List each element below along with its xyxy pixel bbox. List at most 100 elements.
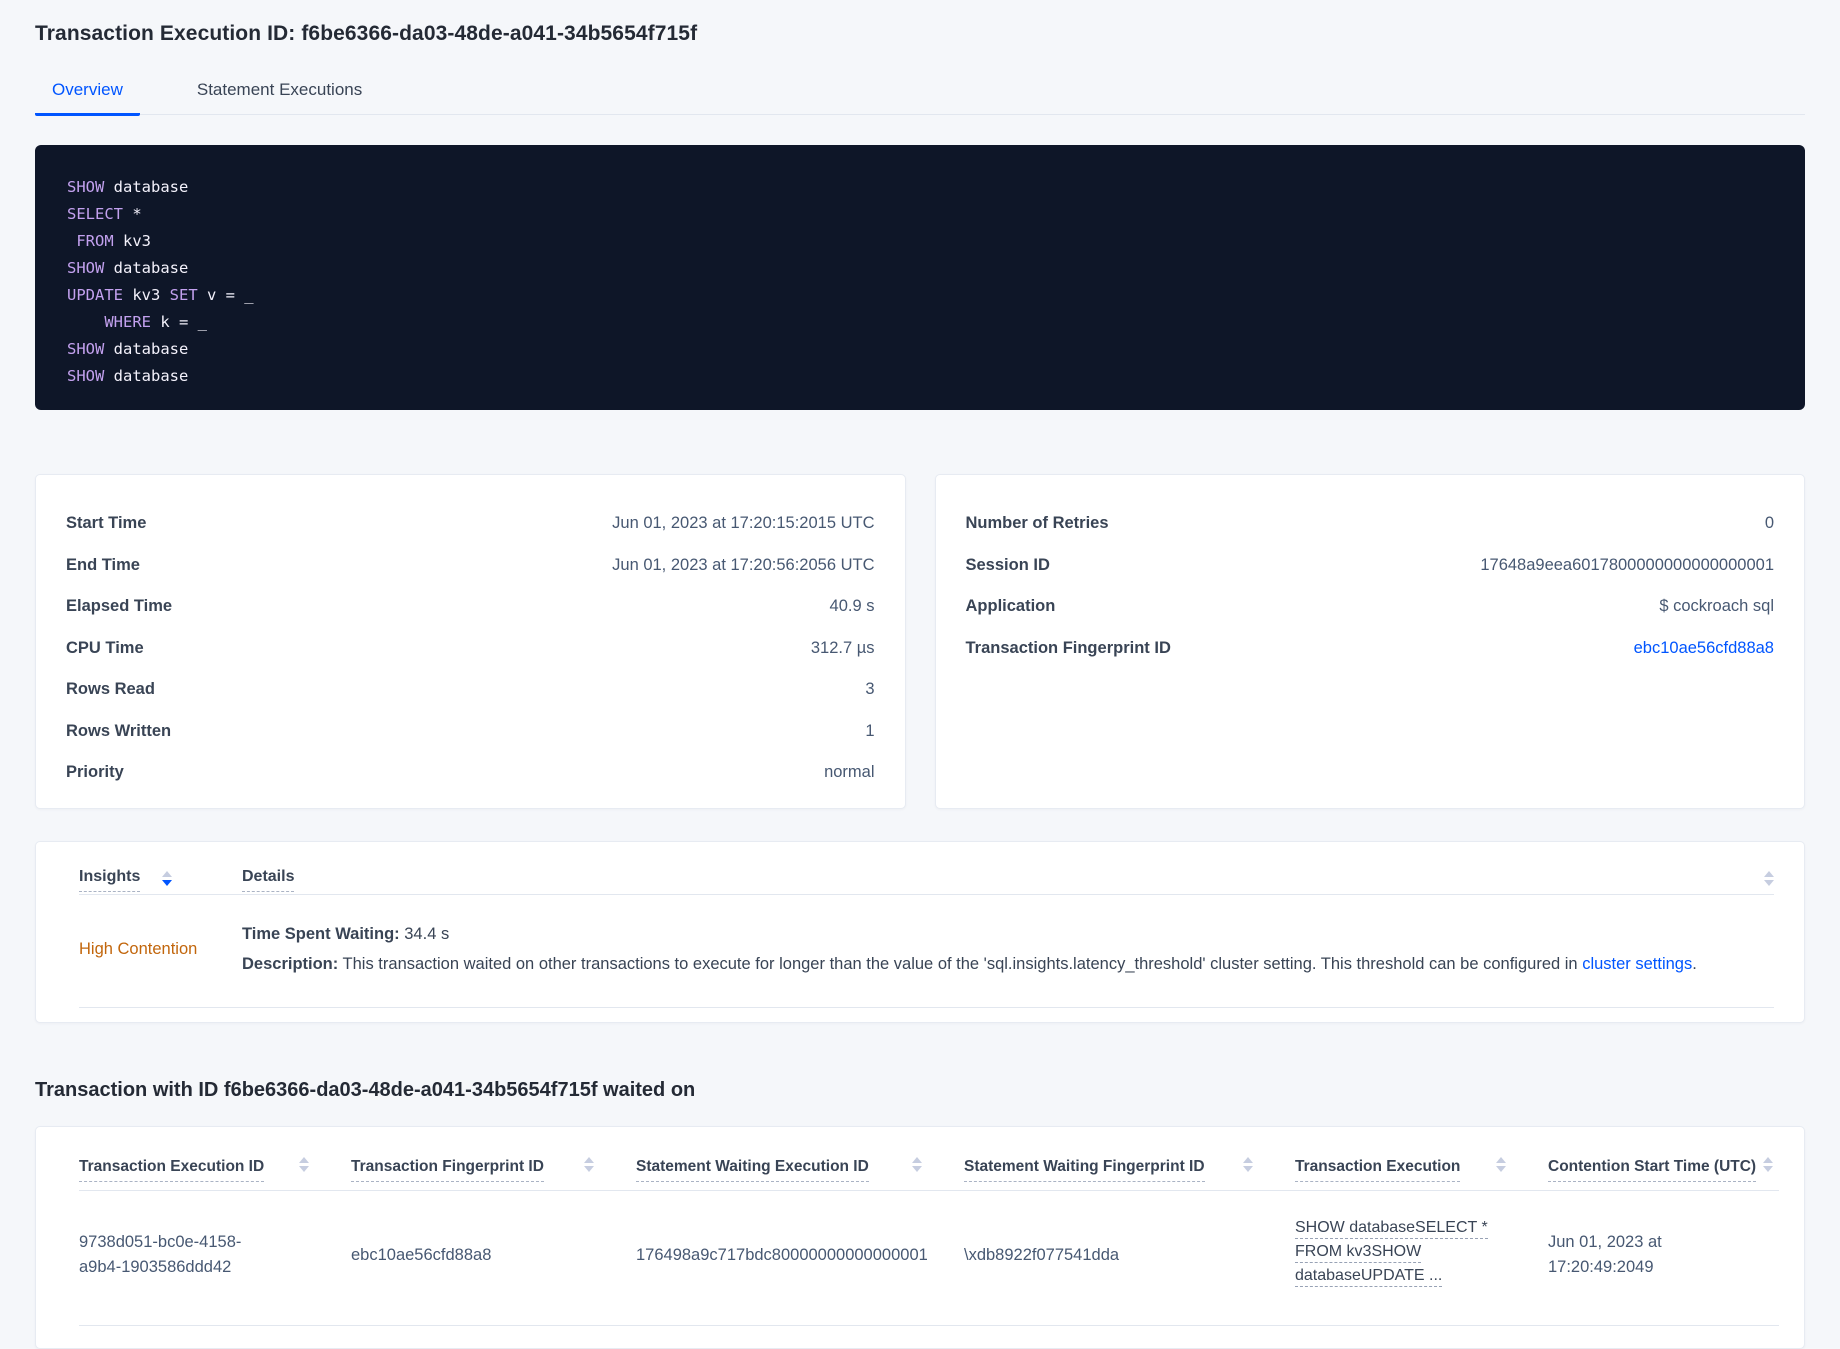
sort-asc-icon: [299, 1157, 309, 1163]
summary-row-end-time: End Time Jun 01, 2023 at 17:20:56:2056 U…: [66, 545, 875, 587]
description-line: Description: This transaction waited on …: [242, 949, 1774, 979]
rows-read-label: Rows Read: [66, 680, 155, 699]
insight-badge-high-contention: High Contention: [79, 939, 198, 958]
column-label[interactable]: Transaction Execution ID: [79, 1157, 265, 1182]
sort-icon[interactable]: [162, 871, 173, 886]
cell-transaction-execution-link[interactable]: SHOW databaseSELECT * FROM kv3SHOW datab…: [1295, 1219, 1548, 1291]
tab-statement-executions[interactable]: Statement Executions: [180, 80, 379, 116]
sort-icon[interactable]: [299, 1157, 309, 1172]
col-header-contention-start-time[interactable]: Contention Start Time (UTC): [1548, 1157, 1779, 1182]
description-label: Description:: [242, 955, 339, 973]
sort-asc-icon: [1243, 1157, 1253, 1163]
sort-icon[interactable]: [1763, 1157, 1773, 1172]
sql-identifier: database: [113, 340, 189, 358]
waited-on-table-header: Transaction Execution ID Transaction Fin…: [79, 1157, 1779, 1182]
cell-statement-waiting-fingerprint-id: \xdb8922f077541dda: [964, 1245, 1120, 1264]
sort-icon[interactable]: [584, 1157, 594, 1172]
txn-fingerprint-label: Transaction Fingerprint ID: [965, 638, 1171, 657]
priority-label: Priority: [66, 763, 124, 782]
transaction-execution-link-line[interactable]: databaseUPDATE ...: [1295, 1267, 1443, 1287]
sort-desc-icon: [162, 880, 173, 886]
sort-desc-icon: [584, 1166, 594, 1172]
sql-line: UPDATE kv3 SET v = _: [67, 282, 1773, 309]
column-label[interactable]: Statement Waiting Execution ID: [636, 1157, 869, 1182]
session-id-value: 17648a9eea6017800000000000000001: [1480, 555, 1774, 574]
insight-row: High Contention Time Spent Waiting: 34.4…: [79, 895, 1774, 1008]
waited-on-section-title: Transaction with ID f6be6366-da03-48de-a…: [35, 1079, 696, 1101]
sql-identifier: kv3: [132, 286, 170, 304]
transaction-execution-link-line[interactable]: SHOW databaseSELECT *: [1295, 1219, 1488, 1239]
sql-keyword: SHOW: [67, 367, 114, 385]
summary-row-elapsed-time: Elapsed Time 40.9 s: [66, 586, 875, 628]
sql-line: SELECT *: [67, 201, 1773, 228]
retries-value: 0: [1764, 514, 1774, 533]
sort-asc-icon: [1496, 1157, 1506, 1163]
end-time-label: End Time: [66, 555, 140, 574]
cpu-time-value: 312.7 µs: [810, 638, 875, 657]
column-label[interactable]: Contention Start Time (UTC): [1548, 1157, 1757, 1182]
insights-column-header[interactable]: Insights: [79, 868, 242, 892]
page-title: Transaction Execution ID: f6be6366-da03-…: [35, 22, 698, 45]
summary-row-rows-read: Rows Read 3: [66, 669, 875, 711]
column-label[interactable]: Transaction Execution: [1295, 1157, 1461, 1182]
application-label: Application: [965, 597, 1056, 616]
sql-identifier: *: [132, 205, 142, 223]
rows-written-value: 1: [865, 721, 875, 740]
summary-row-txn-fingerprint: Transaction Fingerprint ID ebc10ae56cfd8…: [966, 628, 1775, 670]
summary-row-retries: Number of Retries 0: [966, 503, 1775, 545]
sql-line: SHOW database: [67, 174, 1773, 201]
cell-transaction-fingerprint-id: ebc10ae56cfd88a8: [351, 1245, 492, 1264]
time-spent-waiting-label: Time Spent Waiting:: [242, 925, 400, 943]
col-header-statement-waiting-execution-id[interactable]: Statement Waiting Execution ID: [636, 1157, 964, 1182]
sql-identifier: kv3: [123, 232, 152, 250]
sort-desc-icon: [1764, 880, 1774, 886]
sort-icon[interactable]: [1496, 1157, 1506, 1172]
insights-table-card: Insights Details High Contention Time Sp…: [35, 841, 1805, 1023]
sql-line: SHOW database: [67, 363, 1773, 390]
application-value: $ cockroach sql: [1659, 597, 1774, 616]
rows-read-value: 3: [865, 680, 875, 699]
waited-on-table-row: 9738d051-bc0e-4158-a9b4-1903586ddd42 ebc…: [79, 1191, 1779, 1326]
column-label[interactable]: Transaction Fingerprint ID: [351, 1157, 544, 1182]
cluster-settings-link[interactable]: cluster settings: [1582, 955, 1692, 973]
summary-row-session-id: Session ID 17648a9eea6017800000000000000…: [966, 545, 1775, 587]
col-header-transaction-execution[interactable]: Transaction Execution: [1295, 1157, 1548, 1182]
sql-identifier: v = _: [206, 286, 254, 304]
details-column-label[interactable]: Details: [242, 868, 295, 892]
sql-statement-box: SHOW database SELECT * FROM kv3 SHOW dat…: [35, 145, 1805, 410]
transaction-execution-link-line[interactable]: FROM kv3SHOW: [1295, 1243, 1422, 1263]
txn-fingerprint-link[interactable]: ebc10ae56cfd88a8: [1634, 639, 1774, 658]
details-column-header[interactable]: Details: [242, 868, 295, 892]
cell-contention-start-time: Jun 01, 2023 at 17:20:49:2049: [1548, 1233, 1662, 1276]
sql-keyword: SET: [169, 286, 207, 304]
cpu-time-label: CPU Time: [66, 638, 144, 657]
priority-value: normal: [824, 763, 875, 782]
summary-row-priority: Priority normal: [66, 752, 875, 794]
sort-asc-icon: [162, 871, 173, 877]
elapsed-time-label: Elapsed Time: [66, 597, 173, 616]
retries-label: Number of Retries: [965, 514, 1109, 533]
sql-indent: [67, 313, 104, 331]
sql-identifier: database: [113, 178, 189, 196]
sort-asc-icon: [1764, 871, 1774, 877]
sort-icon[interactable]: [1243, 1157, 1253, 1172]
summary-row-application: Application $ cockroach sql: [966, 586, 1775, 628]
sql-identifier: database: [113, 259, 189, 277]
insights-column-label[interactable]: Insights: [79, 868, 141, 892]
insights-table-header: Insights Details: [79, 868, 1774, 892]
sort-icon[interactable]: [912, 1157, 922, 1172]
sql-keyword: SHOW: [67, 178, 114, 196]
col-header-statement-waiting-fingerprint-id[interactable]: Statement Waiting Fingerprint ID: [964, 1157, 1295, 1182]
col-header-transaction-execution-id[interactable]: Transaction Execution ID: [79, 1157, 351, 1182]
column-label[interactable]: Statement Waiting Fingerprint ID: [964, 1157, 1205, 1182]
sql-line: FROM kv3: [67, 228, 1773, 255]
col-header-transaction-fingerprint-id[interactable]: Transaction Fingerprint ID: [351, 1157, 636, 1182]
tab-overview[interactable]: Overview: [35, 80, 140, 116]
page-container: Transaction Execution ID: f6be6366-da03-…: [0, 0, 1840, 1349]
sql-line: WHERE k = _: [67, 309, 1773, 336]
sql-keyword: WHERE: [104, 313, 161, 331]
sql-keyword: UPDATE: [67, 286, 133, 304]
sort-icon[interactable]: [1764, 871, 1774, 886]
sql-indent: [67, 232, 76, 250]
sql-identifier: database: [113, 367, 189, 385]
